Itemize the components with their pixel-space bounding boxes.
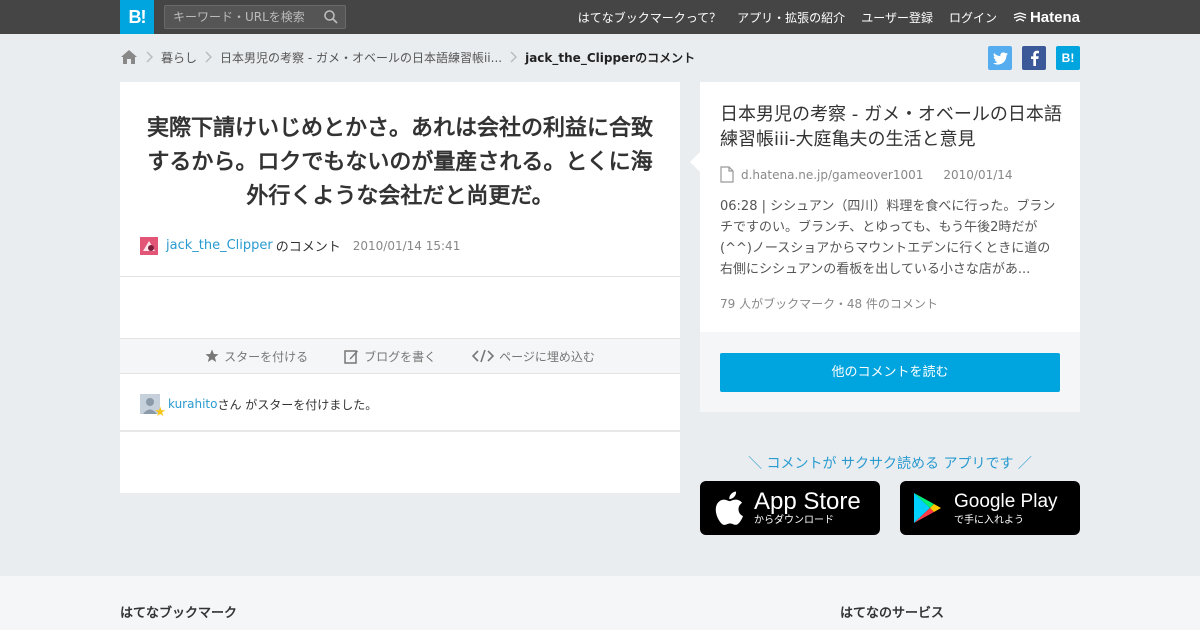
- entry-card: 日本男児の考察 - ガメ・オベールの日本語練習帳iii-大庭亀夫の生活と意見 d…: [690, 82, 1080, 412]
- read-other-comments-button[interactable]: 他のコメントを読む: [720, 353, 1060, 392]
- star-text: さん がスターを付けました。: [217, 397, 378, 412]
- star-activity: ★ kurahito さん がスターを付けました。: [140, 394, 378, 420]
- comment-author: jack_the_Clipper のコメント 2010/01/14 15:41: [140, 236, 460, 255]
- top-nav: はてなブックマークって？ アプリ・拡張の紹介 ユーザー登録 ログイン Haten…: [562, 0, 1080, 34]
- entry-excerpt: 06:28 | シシュアン（四川）料理を食べに行った。ブランチですのい。ブランチ…: [720, 199, 1056, 277]
- card-notch: [690, 152, 700, 172]
- twitter-icon: [992, 51, 1008, 65]
- facebook-icon: [1030, 50, 1039, 66]
- twitter-share-button[interactable]: [988, 46, 1012, 70]
- breadcrumb: 暮らし 日本男児の考察 - ガメ・オベールの日本語練習帳ii... jack_t…: [120, 44, 695, 70]
- nav-register[interactable]: ユーザー登録: [861, 9, 933, 26]
- nav-apps[interactable]: アプリ・拡張の紹介: [737, 9, 845, 26]
- entry-date: 2010/01/14: [943, 167, 1013, 182]
- star-icon: [205, 349, 219, 362]
- google-play-label: Google Play: [954, 491, 1058, 512]
- add-star-label: スターを付ける: [224, 349, 309, 364]
- star-username[interactable]: kurahito: [168, 397, 217, 411]
- search-box: [164, 5, 346, 29]
- nav-login[interactable]: ログイン: [949, 9, 997, 26]
- comment-datetime[interactable]: 2010/01/14 15:41: [353, 239, 461, 253]
- app-store-label: App Store: [754, 488, 861, 515]
- nav-about[interactable]: はてなブックマークって？: [578, 9, 721, 26]
- apple-icon: [715, 491, 743, 525]
- search-icon[interactable]: [323, 9, 339, 25]
- share-buttons: B!: [988, 46, 1080, 70]
- app-store-badge[interactable]: App Store からダウンロード: [700, 481, 880, 535]
- divider: [120, 276, 680, 277]
- add-star-button[interactable]: スターを付ける: [205, 348, 308, 365]
- user-avatar[interactable]: ★: [140, 394, 166, 420]
- google-play-badge[interactable]: Google Play で手に入れよう: [900, 481, 1080, 535]
- comment-username[interactable]: jack_the_Clipper: [166, 238, 273, 253]
- comment-card: 実際下請けいじめとかさ。あれは会社の利益に合致するから。ロクでもないのが量産され…: [120, 82, 680, 493]
- footer-heading-bookmark: はてなブックマーク: [120, 606, 238, 621]
- footer: はてなブックマーク はてなのサービス: [0, 576, 1200, 630]
- entry-title[interactable]: 日本男児の考察 - ガメ・オベールの日本語練習帳iii-大庭亀夫の生活と意見: [720, 102, 1065, 152]
- google-play-sublabel: で手に入れよう: [954, 515, 1024, 526]
- footer-heading-services: はてなのサービス: [840, 606, 945, 621]
- write-blog-label: ブログを書く: [364, 349, 437, 364]
- google-play-icon: [914, 493, 941, 523]
- app-store-sublabel: からダウンロード: [754, 515, 834, 526]
- search-input[interactable]: [165, 6, 315, 28]
- chevron-right-icon: [146, 51, 153, 63]
- divider: [120, 430, 680, 432]
- entry-counts[interactable]: 79 人がブックマーク・48 件のコメント: [720, 295, 938, 312]
- hatena-bookmark-share-button[interactable]: B!: [1056, 46, 1080, 70]
- entry-domain[interactable]: d.hatena.ne.jp/gameover1001: [741, 168, 923, 182]
- avatar[interactable]: [140, 236, 158, 255]
- app-promo-text: ＼ コメントが サクサク読める アプリです ／: [748, 456, 1032, 472]
- entry-meta: d.hatena.ne.jp/gameover1001 2010/01/14: [720, 166, 1013, 183]
- edit-icon: [344, 349, 359, 364]
- facebook-share-button[interactable]: [1022, 46, 1046, 70]
- breadcrumb-category[interactable]: 暮らし: [161, 49, 197, 66]
- breadcrumb-entry[interactable]: 日本男児の考察 - ガメ・オベールの日本語練習帳ii...: [220, 49, 502, 66]
- comment-text: 実際下請けいじめとかさ。あれは会社の利益に合致するから。ロクでもないのが量産され…: [146, 116, 653, 209]
- breadcrumb-current: jack_the_Clipperのコメント: [525, 50, 696, 65]
- home-icon[interactable]: [120, 49, 138, 65]
- readmore-area: 他のコメントを読む: [700, 332, 1080, 412]
- document-icon: [720, 166, 734, 183]
- hatena-brand-text: Hatena: [1029, 8, 1080, 26]
- code-icon: [472, 349, 495, 363]
- action-bar: スターを付ける ブログを書く ページに埋め込む: [120, 338, 680, 374]
- chevron-right-icon: [510, 51, 518, 63]
- comment-suffix: のコメント: [275, 240, 341, 255]
- embed-label: ページに埋め込む: [499, 349, 595, 364]
- hatena-bookmark-logo[interactable]: B!: [120, 0, 154, 34]
- write-blog-button[interactable]: ブログを書く: [344, 348, 436, 365]
- chevron-right-icon: [205, 51, 213, 63]
- star-icon: ★: [154, 405, 166, 420]
- embed-button[interactable]: ページに埋め込む: [472, 348, 595, 365]
- top-bar: B! はてなブックマークって？ アプリ・拡張の紹介 ユーザー登録 ログイン Ha…: [0, 0, 1200, 34]
- hatena-brand-link[interactable]: Hatena: [1013, 9, 1080, 26]
- hatena-mark-icon: [1013, 12, 1027, 22]
